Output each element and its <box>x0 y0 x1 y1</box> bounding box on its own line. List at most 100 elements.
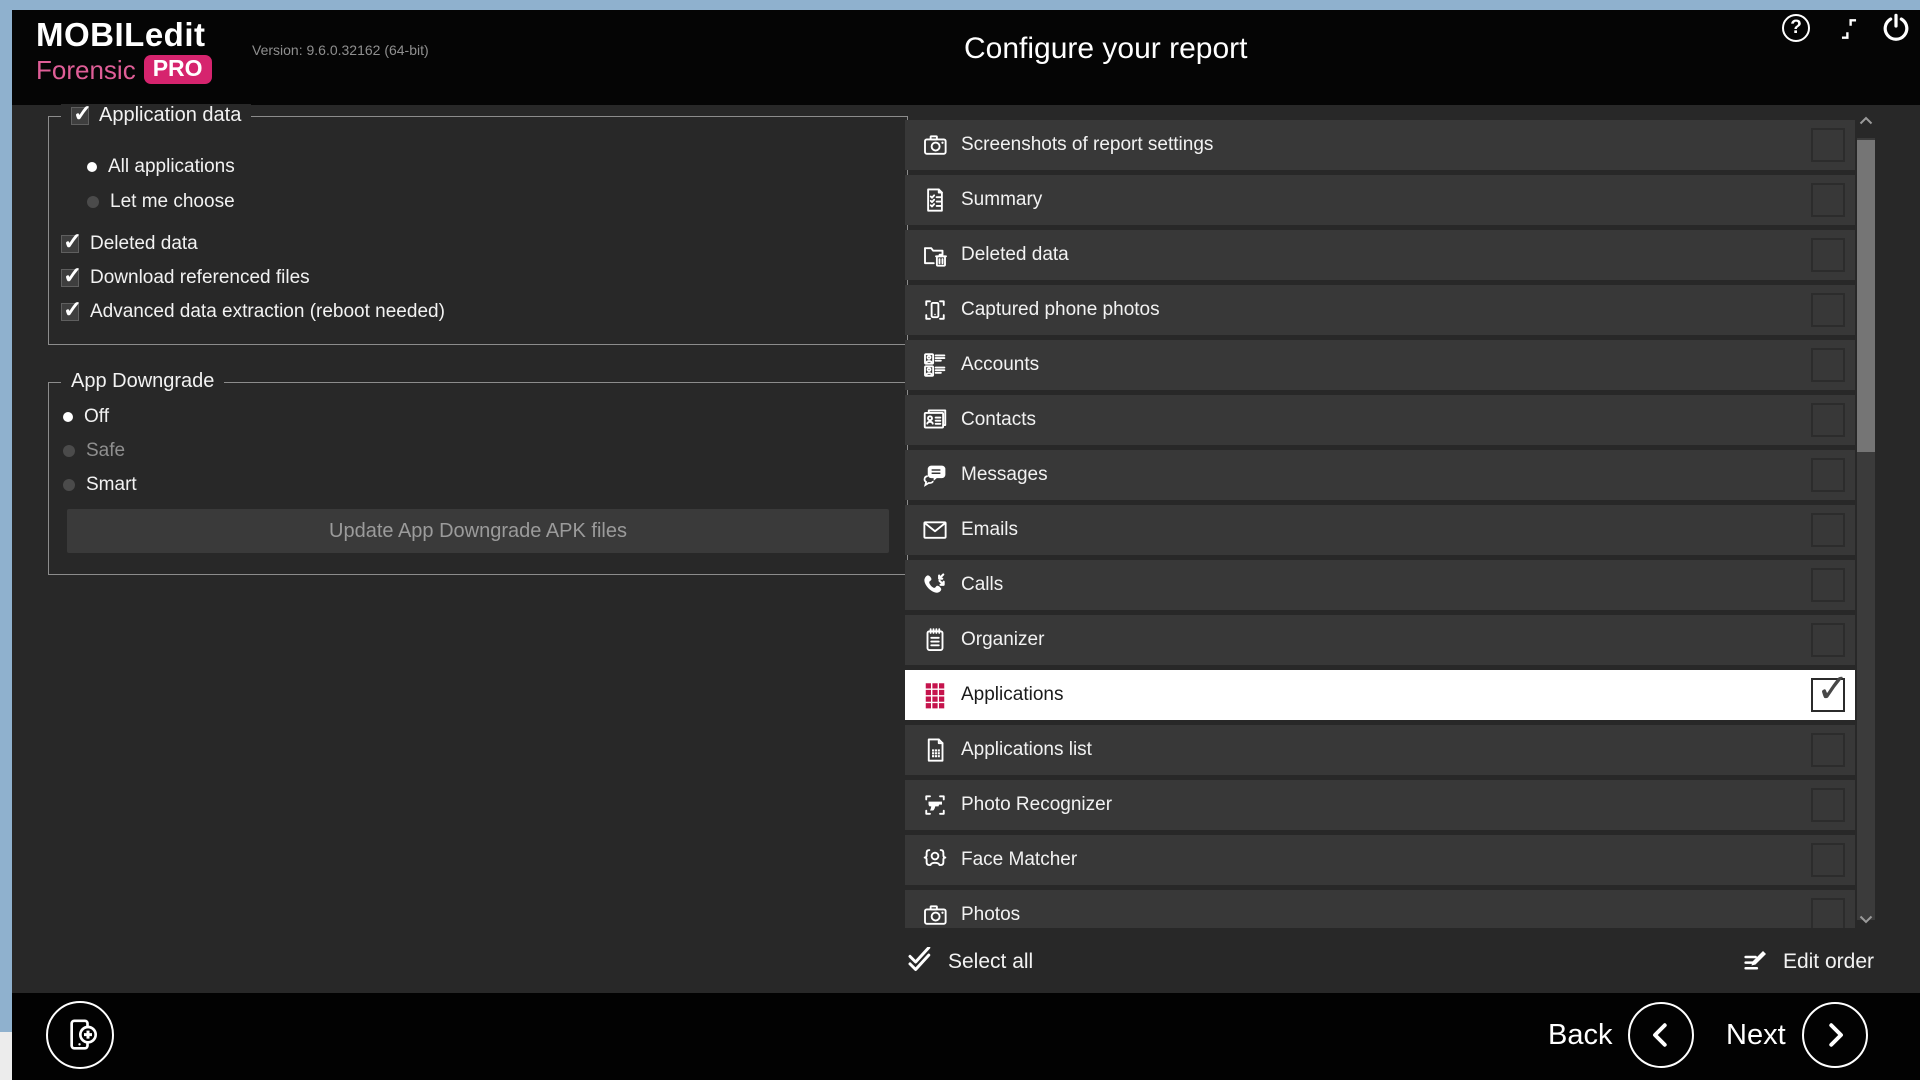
radio-dot-unselected <box>87 196 99 208</box>
app-logo: MOBILedit Forensic PRO <box>36 18 212 84</box>
app-grid-icon <box>918 678 952 712</box>
report-item-row[interactable]: Photos <box>905 890 1855 928</box>
report-item-checkbox[interactable] <box>1811 788 1845 822</box>
scrollbar-thumb[interactable] <box>1857 140 1875 452</box>
report-item-checkbox[interactable] <box>1811 568 1845 602</box>
app-downgrade-groupbox: App Downgrade Off Safe Smart Update App … <box>48 382 908 575</box>
checkbox-download-referenced-files[interactable]: Download referenced files <box>61 265 310 291</box>
scroll-down-icon[interactable] <box>1857 910 1875 928</box>
report-item-label: Screenshots of report settings <box>961 134 1213 156</box>
report-item-row[interactable]: Organizer <box>905 615 1855 665</box>
report-item-label: Calls <box>961 574 1003 596</box>
list-scrollbar[interactable] <box>1857 112 1875 942</box>
report-item-checkbox[interactable] <box>1811 678 1845 712</box>
report-item-row[interactable]: Photo Recognizer <box>905 780 1855 830</box>
radio-label: Let me choose <box>110 191 235 213</box>
report-item-checkbox[interactable] <box>1811 733 1845 767</box>
report-item-row[interactable]: Messages <box>905 450 1855 500</box>
window-frame-top <box>0 0 1920 10</box>
update-apk-button[interactable]: Update App Downgrade APK files <box>67 509 889 553</box>
report-item-checkbox[interactable] <box>1811 458 1845 492</box>
radio-dot-unselected <box>63 479 75 491</box>
report-item-label: Face Matcher <box>961 849 1077 871</box>
checkbox-label: Advanced data extraction (reboot needed) <box>90 301 445 323</box>
radio-safe[interactable]: Safe <box>63 438 125 464</box>
checkbox-advanced-data-extraction[interactable]: Advanced data extraction (reboot needed) <box>61 299 445 325</box>
radio-all-applications[interactable]: All applications <box>87 154 235 180</box>
scroll-up-icon[interactable] <box>1857 112 1875 130</box>
next-button[interactable]: Next <box>1726 1002 1868 1068</box>
contact-card-icon <box>918 403 952 437</box>
radio-smart[interactable]: Smart <box>63 472 137 498</box>
report-item-row[interactable]: Contacts <box>905 395 1855 445</box>
camera-icon <box>918 898 952 928</box>
report-item-row[interactable]: Captured phone photos <box>905 285 1855 335</box>
report-item-label: Accounts <box>961 354 1039 376</box>
report-item-checkbox[interactable] <box>1811 293 1845 327</box>
report-item-row[interactable]: Deleted data <box>905 230 1855 280</box>
report-item-checkbox[interactable] <box>1811 403 1845 437</box>
report-item-checkbox[interactable] <box>1811 183 1845 217</box>
report-item-label: Emails <box>961 519 1018 541</box>
connect-phone-button[interactable] <box>46 1001 114 1069</box>
accounts-icon <box>918 348 952 382</box>
report-item-label: Photos <box>961 904 1020 926</box>
report-item-checkbox[interactable] <box>1811 238 1845 272</box>
notepad-icon <box>918 623 952 657</box>
radio-label: All applications <box>108 156 235 178</box>
report-item-checkbox[interactable] <box>1811 898 1845 928</box>
logo-mobiledit: MOBILedit <box>36 18 212 51</box>
application-data-checkbox[interactable] <box>71 107 89 125</box>
back-button[interactable]: Back <box>1548 1002 1694 1068</box>
report-item-checkbox[interactable] <box>1811 843 1845 877</box>
report-item-row[interactable]: Face Matcher <box>905 835 1855 885</box>
report-item-checkbox[interactable] <box>1811 348 1845 382</box>
report-item-label: Captured phone photos <box>961 299 1160 321</box>
report-item-checkbox[interactable] <box>1811 128 1845 162</box>
report-item-row[interactable]: Emails <box>905 505 1855 555</box>
logo-forensic: Forensic <box>36 57 136 83</box>
gun-frame-icon <box>918 788 952 822</box>
select-all-button[interactable]: Select all <box>905 947 1033 977</box>
phone-frame-icon <box>918 293 952 327</box>
report-item-label: Applications list <box>961 739 1092 761</box>
list-footer-bar: Select all Edit order <box>905 936 1874 988</box>
report-item-checkbox[interactable] <box>1811 513 1845 547</box>
power-icon[interactable] <box>1880 12 1912 44</box>
checkbox-deleted-data[interactable]: Deleted data <box>61 231 198 257</box>
envelope-icon <box>918 513 952 547</box>
radio-label: Off <box>84 406 109 428</box>
help-icon[interactable]: ? <box>1782 14 1810 42</box>
report-item-row[interactable]: Summary <box>905 175 1855 225</box>
chevron-left-icon <box>1628 1002 1694 1068</box>
checkbox-box <box>61 235 79 253</box>
report-item-label: Organizer <box>961 629 1044 651</box>
report-item-row[interactable]: Accounts <box>905 340 1855 390</box>
radio-dot-unselected <box>63 445 75 457</box>
report-item-row[interactable]: Calls <box>905 560 1855 610</box>
radio-off[interactable]: Off <box>63 404 109 430</box>
checkbox-label: Deleted data <box>90 233 198 255</box>
doc-grid-icon <box>918 733 952 767</box>
report-item-label: Summary <box>961 189 1042 211</box>
radio-label: Smart <box>86 474 137 496</box>
phone-add-icon <box>60 1015 100 1055</box>
report-item-row[interactable]: Applications <box>905 670 1855 720</box>
restore-window-icon[interactable] <box>1836 16 1862 42</box>
report-item-row[interactable]: Applications list <box>905 725 1855 775</box>
application-data-label: Application data <box>99 104 241 127</box>
report-item-label: Applications <box>961 684 1063 706</box>
window-frame-left <box>0 10 12 1032</box>
edit-order-label: Edit order <box>1783 950 1874 974</box>
checkbox-box <box>61 303 79 321</box>
edit-order-button[interactable]: Edit order <box>1740 947 1874 977</box>
report-item-checkbox[interactable] <box>1811 623 1845 657</box>
report-item-label: Photo Recognizer <box>961 794 1112 816</box>
report-item-row[interactable]: Screenshots of report settings <box>905 120 1855 170</box>
application-data-legend: Application data <box>61 104 251 127</box>
radio-label: Safe <box>86 440 125 462</box>
chevron-right-icon <box>1802 1002 1868 1068</box>
version-label: Version: 9.6.0.32162 (64-bit) <box>252 42 429 58</box>
phone-arrows-icon <box>918 568 952 602</box>
radio-let-me-choose[interactable]: Let me choose <box>87 189 235 215</box>
